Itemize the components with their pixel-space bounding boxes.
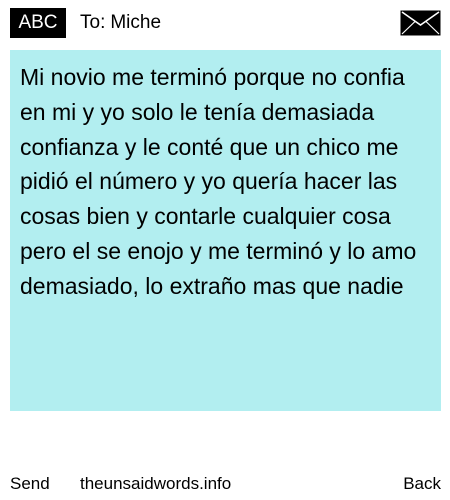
envelope-icon — [400, 10, 441, 36]
softkey-bar: Send theunsaidwords.info Back — [0, 470, 450, 498]
recipient-field: To: Miche — [80, 8, 161, 38]
to-label: To: — [80, 12, 106, 33]
back-button[interactable]: Back — [403, 470, 441, 498]
send-button[interactable]: Send — [10, 470, 50, 498]
site-link[interactable]: theunsaidwords.info — [80, 470, 231, 498]
message-screen: ABC To: Miche Mi novio me terminó porque … — [0, 0, 450, 500]
text-mode-badge[interactable]: ABC — [10, 8, 66, 38]
recipient-name: Miche — [110, 12, 162, 33]
message-body-text: Mi novio me terminó porque no confia en … — [20, 64, 417, 299]
message-body-box: Mi novio me terminó porque no confia en … — [10, 50, 441, 411]
message-header: ABC To: Miche — [0, 0, 450, 48]
